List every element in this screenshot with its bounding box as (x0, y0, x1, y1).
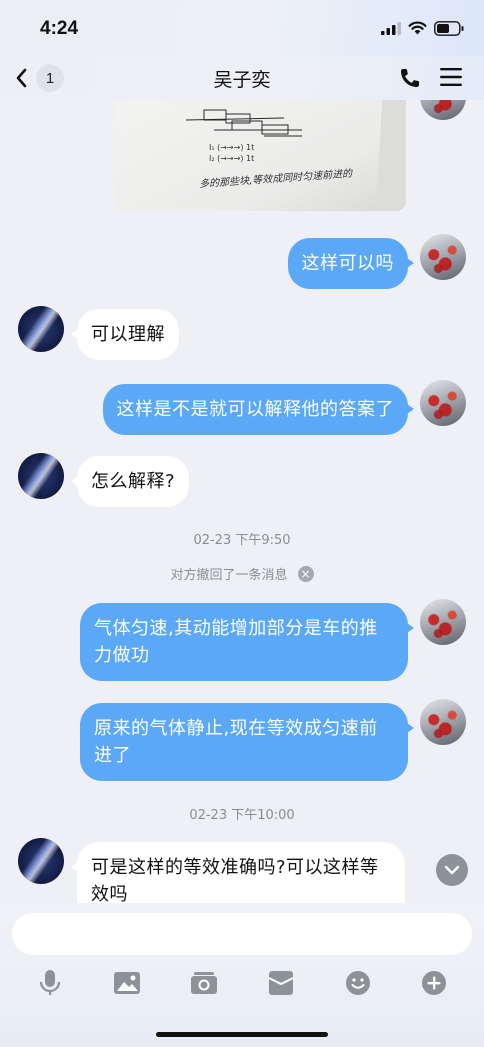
image-message[interactable]: I₁ (→→→) 1t I₂ (→→→) 1t 多的那些块,等效成同时匀速前进的 (114, 100, 406, 211)
status-time: 4:24 (40, 18, 79, 39)
chevron-down-icon (444, 865, 460, 875)
image-icon[interactable] (109, 965, 145, 1001)
message-bubble-incoming[interactable]: 可以理解 (71, 309, 179, 360)
avatar-contact[interactable] (18, 838, 64, 884)
message-bubble-outgoing[interactable]: 这样是不是就可以解释他的答案了 (102, 384, 414, 435)
handwriting-line-1: I₁ (→→→) 1t (209, 143, 254, 152)
microphone-icon[interactable] (32, 965, 68, 1001)
avatar-self[interactable] (420, 100, 466, 120)
recall-notice-text: 对方撤回了一条消息 (170, 568, 288, 583)
battery-icon (434, 20, 464, 36)
phone-icon[interactable] (398, 66, 422, 90)
avatar-self[interactable] (420, 599, 466, 645)
close-icon[interactable]: × (297, 565, 314, 582)
signal-icon (381, 21, 401, 35)
home-indicator (156, 1032, 328, 1037)
avatar-self[interactable] (420, 380, 466, 426)
emoji-icon[interactable] (340, 965, 376, 1001)
avatar-self[interactable] (420, 234, 466, 280)
camera-icon[interactable] (186, 965, 222, 1001)
plus-icon[interactable] (416, 965, 452, 1001)
scroll-to-bottom-button[interactable] (436, 854, 468, 886)
handwritten-notes-photo: I₁ (→→→) 1t I₂ (→→→) 1t 多的那些块,等效成同时匀速前进的 (114, 100, 406, 211)
message-timestamp: 02-23 下午9:50 (193, 533, 291, 548)
wifi-icon (408, 21, 427, 35)
message-bubble-outgoing[interactable]: 气体匀速,其动能增加部分是车的推力做功 (80, 603, 414, 681)
status-bar: 4:24 (0, 0, 484, 56)
avatar-self[interactable] (420, 699, 466, 745)
message-bubble-outgoing[interactable]: 这样可以吗 (287, 238, 414, 289)
handwriting-line-2: I₂ (→→→) 1t (209, 154, 254, 163)
message-input[interactable] (12, 913, 472, 955)
message-bubble-incoming[interactable]: 可是这样的等效准确吗?可以这样等效吗 (71, 842, 405, 903)
input-panel (0, 903, 484, 1047)
message-bubble-incoming[interactable]: 怎么解释? (70, 456, 190, 507)
status-icons (381, 20, 464, 36)
menu-icon[interactable] (440, 67, 462, 87)
nav-bar: 1 吴子奕 (0, 56, 484, 100)
avatar-contact[interactable] (18, 306, 64, 352)
message-timestamp: 02-23 下午10:00 (189, 808, 295, 823)
recall-notice: 对方撤回了一条消息 × (0, 564, 484, 583)
red-packet-icon[interactable] (263, 965, 299, 1001)
avatar-contact[interactable] (18, 453, 64, 499)
input-toolbar (0, 965, 484, 1001)
chat-message-list[interactable]: I₁ (→→→) 1t I₂ (→→→) 1t 多的那些块,等效成同时匀速前进的… (0, 100, 484, 903)
message-bubble-outgoing[interactable]: 原来的气体静止,现在等效成匀速前进了 (80, 703, 414, 781)
